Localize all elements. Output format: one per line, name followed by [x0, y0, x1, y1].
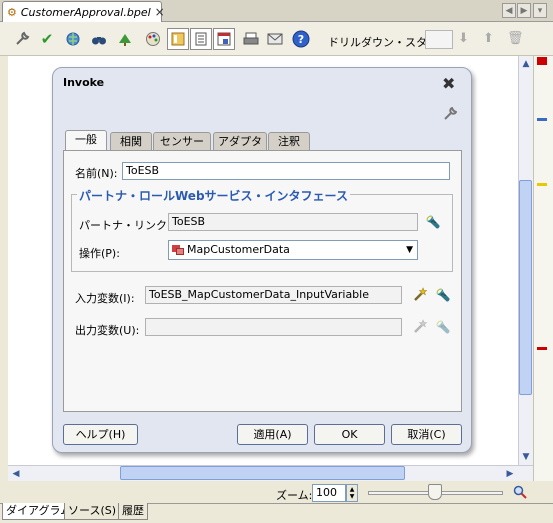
print-icon[interactable]: [240, 28, 262, 50]
output-variable-label: 出力変数(U):: [75, 324, 140, 337]
bpel-process-icon: ⚙: [7, 5, 17, 19]
overview-info-marker[interactable]: [537, 118, 547, 121]
partner-link-field: ToESB: [168, 213, 418, 231]
window-icon[interactable]: [213, 28, 235, 50]
tab-list-icon[interactable]: ▾: [533, 3, 547, 18]
document-tab-title: CustomerApproval.bpel: [20, 5, 151, 19]
wrench-icon[interactable]: [443, 106, 458, 125]
input-variable-label: 入力変数(I):: [75, 292, 135, 305]
document-icon[interactable]: [190, 28, 212, 50]
tree-icon[interactable]: [114, 28, 136, 50]
spin-down-icon[interactable]: ▼: [350, 493, 355, 500]
vertical-scroll-thumb[interactable]: [519, 180, 532, 395]
tab-scroll-right-icon[interactable]: ▶: [517, 3, 531, 18]
drill-down-icon[interactable]: ⬇: [458, 31, 469, 46]
drill-up-icon[interactable]: ⬆: [483, 31, 494, 46]
tab-sensors[interactable]: センサー: [153, 132, 211, 150]
input-variable-field: ToESB_MapCustomerData_InputVariable: [145, 286, 402, 304]
scroll-right-icon[interactable]: ▶: [503, 467, 517, 481]
name-label: 名前(N):: [75, 167, 118, 180]
overview-warning-marker[interactable]: [537, 183, 547, 186]
wrench-icon[interactable]: [11, 28, 33, 50]
output-variable-field: [145, 318, 402, 336]
zoom-slider-thumb[interactable]: [428, 484, 442, 500]
close-tab-icon[interactable]: ×: [155, 5, 165, 19]
apply-button[interactable]: 適用(A): [237, 424, 308, 445]
palette-icon[interactable]: [142, 28, 164, 50]
zoom-label: ズーム:: [276, 489, 313, 502]
scroll-up-icon[interactable]: ▲: [519, 57, 533, 71]
partner-role-group: [71, 194, 453, 272]
tab-source[interactable]: ソース(S): [64, 503, 121, 520]
tab-adapter[interactable]: アダプタ: [213, 132, 267, 150]
browse-variable-icon[interactable]: 🔦: [434, 318, 452, 336]
browse-partner-link-icon[interactable]: 🔦: [424, 213, 442, 231]
chevron-down-icon[interactable]: ▼: [406, 242, 413, 258]
name-field[interactable]: ToESB: [122, 162, 450, 180]
email-icon[interactable]: [264, 28, 286, 50]
partner-role-group-title: パートナ・ロールWebサービス・インタフェース: [77, 187, 350, 204]
tab-annotations[interactable]: 注釈: [268, 132, 310, 150]
binoculars-icon[interactable]: [88, 28, 110, 50]
dialog-title: Invoke: [63, 76, 105, 89]
tab-general[interactable]: 一般: [65, 130, 107, 151]
globe-icon[interactable]: [62, 28, 84, 50]
operation-label: 操作(P):: [79, 247, 120, 260]
spin-up-icon[interactable]: ▲: [350, 486, 355, 493]
scroll-down-icon[interactable]: ▼: [519, 450, 533, 464]
browse-variable-icon[interactable]: 🔦: [434, 286, 452, 304]
tab-history[interactable]: 履歴: [118, 503, 148, 520]
horizontal-scroll-thumb[interactable]: [120, 466, 405, 480]
drilldown-stack-combo[interactable]: [425, 30, 453, 49]
overview-error-marker[interactable]: [537, 347, 547, 350]
create-variable-icon[interactable]: [411, 318, 429, 336]
operation-icon: [172, 245, 184, 255]
zoom-input[interactable]: 100: [312, 484, 346, 502]
scroll-left-icon[interactable]: ◀: [9, 467, 23, 481]
overview-error-marker[interactable]: [537, 57, 547, 65]
svg-text:?: ?: [298, 33, 304, 46]
operation-select[interactable]: MapCustomerData ▼: [168, 240, 418, 260]
trash-icon[interactable]: 🗑: [507, 31, 524, 46]
validate-check-icon[interactable]: ✔: [36, 28, 58, 50]
help-icon[interactable]: ?: [290, 28, 312, 50]
panel-icon[interactable]: [167, 28, 189, 50]
tab-correlation[interactable]: 相関: [110, 132, 152, 150]
create-variable-icon[interactable]: [411, 286, 429, 304]
cancel-button[interactable]: 取消(C): [391, 424, 462, 445]
close-dialog-icon[interactable]: ✖: [442, 74, 455, 93]
document-tab[interactable]: ⚙ CustomerApproval.bpel ×: [2, 1, 165, 22]
help-button[interactable]: ヘルプ(H): [63, 424, 138, 445]
zoom-magnifier-icon[interactable]: [513, 485, 527, 503]
zoom-stepper[interactable]: ▲ ▼: [346, 484, 358, 502]
tab-scroll-left-icon[interactable]: ◀: [502, 3, 516, 18]
ok-button[interactable]: OK: [314, 424, 385, 445]
operation-value: MapCustomerData: [187, 243, 290, 256]
